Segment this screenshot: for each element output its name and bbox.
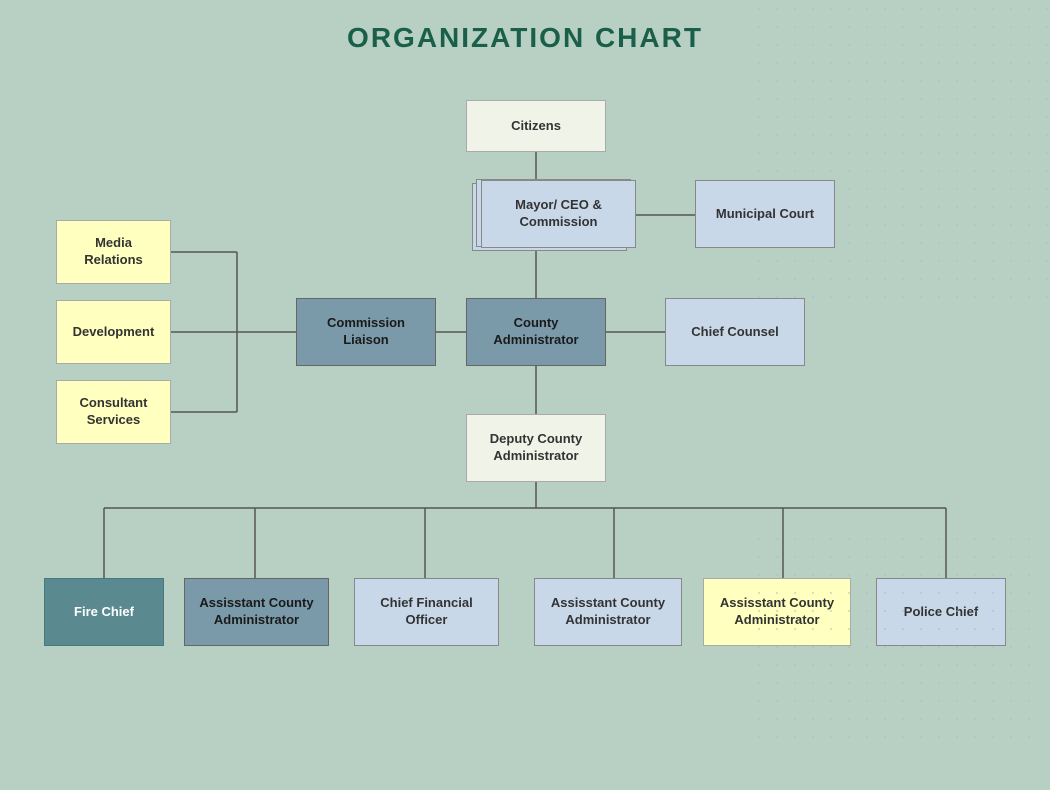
citizens-box: Citizens xyxy=(466,100,606,152)
development-box: Development xyxy=(56,300,171,364)
police-chief-box: Police Chief xyxy=(876,578,1006,646)
page-title: ORGANIZATION CHART xyxy=(0,0,1050,54)
fire-chief-box: Fire Chief xyxy=(44,578,164,646)
municipal-court-box: Municipal Court xyxy=(695,180,835,248)
chief-counsel-box: Chief Counsel xyxy=(665,298,805,366)
asst-admin-3-box: Assisstant County Administrator xyxy=(703,578,851,646)
mayor-box: Mayor/ CEO & Commission xyxy=(481,180,636,248)
asst-admin-2-box: Assisstant County Administrator xyxy=(534,578,682,646)
county-admin-box: County Administrator xyxy=(466,298,606,366)
deputy-county-admin-box: Deputy County Administrator xyxy=(466,414,606,482)
consultant-services-box: Consultant Services xyxy=(56,380,171,444)
commission-liaison-box: Commission Liaison xyxy=(296,298,436,366)
media-relations-box: Media Relations xyxy=(56,220,171,284)
cfo-box: Chief Financial Officer xyxy=(354,578,499,646)
asst-admin-1-box: Assisstant County Administrator xyxy=(184,578,329,646)
